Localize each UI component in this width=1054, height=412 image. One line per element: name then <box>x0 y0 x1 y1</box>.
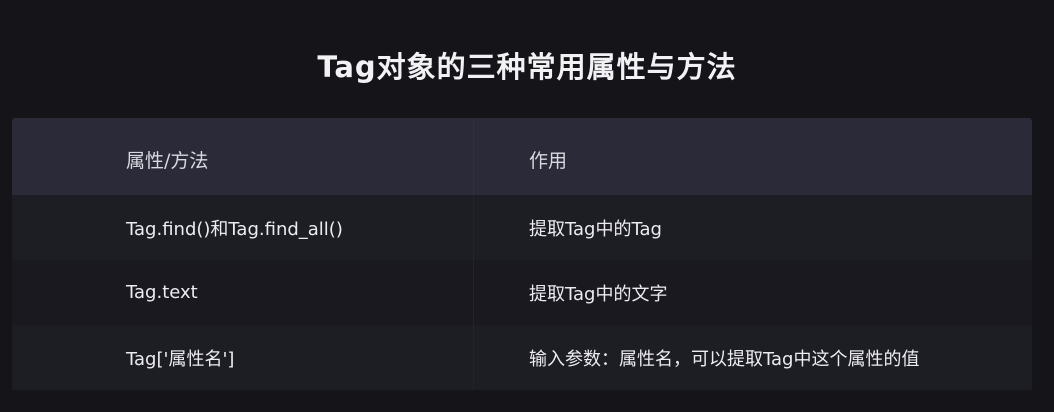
cell-purpose: 输入参数：属性名，可以提取Tag中这个属性的值 <box>473 325 1032 390</box>
table-row: Tag.text 提取Tag中的文字 <box>12 260 1032 325</box>
table-row: Tag['属性名'] 输入参数：属性名，可以提取Tag中这个属性的值 <box>12 325 1032 390</box>
cell-purpose: 提取Tag中的文字 <box>473 260 1032 325</box>
cell-method: Tag.find()和Tag.find_all() <box>126 218 343 240</box>
page-title: Tag对象的三种常用属性与方法 <box>317 50 737 84</box>
properties-table: 属性/方法 作用 Tag.find()和Tag.find_all() 提取Tag… <box>12 118 1032 390</box>
table-row: Tag.find()和Tag.find_all() 提取Tag中的Tag <box>12 195 1032 260</box>
header-cell-purpose: 作用 <box>473 118 1032 195</box>
table-header-row: 属性/方法 作用 <box>12 118 1032 195</box>
slide: Tag对象的三种常用属性与方法 属性/方法 作用 Tag.find()和Tag.… <box>0 0 1054 412</box>
cell-purpose: 提取Tag中的Tag <box>473 195 1032 260</box>
cell-method: Tag.text <box>126 282 198 303</box>
cell-method: Tag['属性名'] <box>126 348 235 370</box>
header-cell-method: 属性/方法 <box>126 150 209 172</box>
